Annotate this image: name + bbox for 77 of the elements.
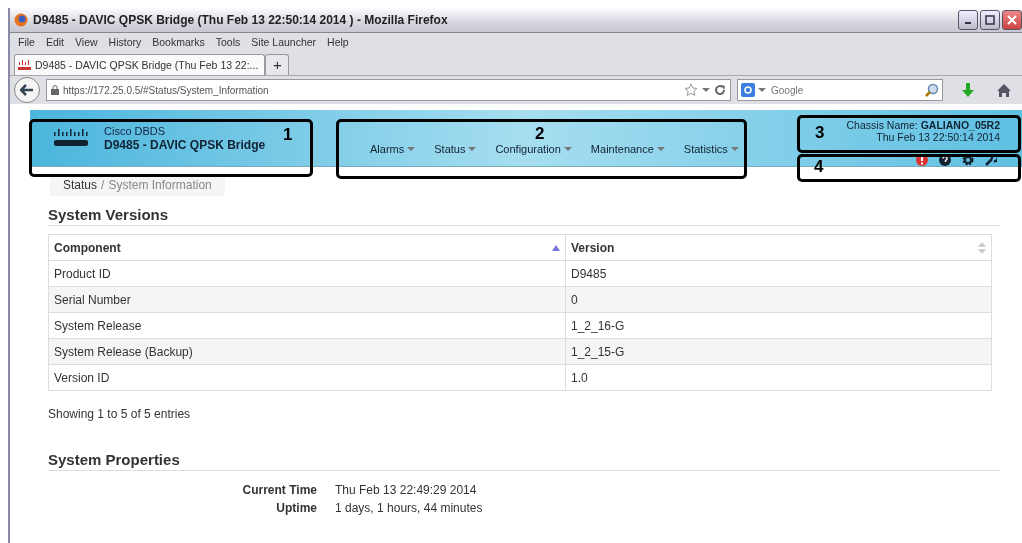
- caret-icon: [407, 146, 416, 152]
- table-cell: 1_2_16-G: [565, 312, 992, 339]
- annotation-number: 1: [283, 125, 293, 145]
- sort-asc-icon: [552, 244, 560, 251]
- help-icon[interactable]: [939, 154, 951, 166]
- browser-logo-icon: [14, 13, 28, 27]
- date-time: Thu Feb 13 22:50:14 2014: [876, 131, 1000, 143]
- property-value: 1 days, 1 hours, 44 minutes: [335, 501, 484, 515]
- browser-tab[interactable]: D9485 - DAVIC QPSK Bridge (Thu Feb 13 22:...: [14, 54, 266, 75]
- logo-icon: [18, 60, 32, 70]
- table-cell: System Release (Backup): [48, 338, 566, 365]
- table-cell: D9485: [565, 260, 992, 287]
- back-button[interactable]: [14, 77, 40, 103]
- caret-icon: [656, 146, 665, 152]
- search-box[interactable]: Google: [737, 79, 943, 101]
- caret-icon: [702, 87, 710, 93]
- caret-icon: [730, 146, 739, 152]
- section-title: System Versions: [48, 206, 1000, 226]
- nav-menu[interactable]: Configuration: [495, 143, 572, 155]
- table-cell: 1.0: [565, 364, 992, 391]
- table-cell: System Release: [48, 312, 566, 339]
- nav-menu[interactable]: Statistics: [683, 143, 739, 155]
- menu-item[interactable]: Bookmarks: [152, 36, 205, 48]
- column-header[interactable]: Version: [565, 234, 992, 261]
- caret-icon: [758, 87, 766, 93]
- maximize-button[interactable]: [980, 10, 1000, 30]
- star-icon[interactable]: [684, 83, 698, 97]
- column-header[interactable]: Component: [48, 234, 566, 261]
- sort-icon: [978, 241, 986, 254]
- product-name: D9485 - DAVIC QPSK Bridge: [104, 137, 266, 152]
- annotation-number: 3: [815, 123, 825, 143]
- annotation-number: 4: [814, 157, 824, 177]
- chassis-name: Chassis Name: GALIANO_05R2: [846, 119, 1000, 131]
- table-info: Showing 1 to 5 of 5 entries: [48, 407, 192, 421]
- minimize-button[interactable]: [958, 10, 978, 30]
- table-cell: Product ID: [48, 260, 566, 287]
- property-label: Current Time: [241, 483, 317, 497]
- window-title: D9485 - DAVIC QPSK Bridge (Thu Feb 13 22:50:14 2014 ) - Mozilla Firefox: [33, 13, 448, 27]
- settings-icon[interactable]: [962, 154, 974, 166]
- table-cell: 0: [565, 286, 992, 313]
- table-cell: Serial Number: [48, 286, 566, 313]
- table-cell: Version ID: [48, 364, 566, 391]
- new-tab-button[interactable]: +: [265, 54, 290, 75]
- cisco-logo-icon: [52, 128, 90, 148]
- menu-item[interactable]: Tools: [215, 36, 241, 48]
- wrench-icon[interactable]: [985, 154, 997, 166]
- breadcrumb-separator: /: [101, 178, 105, 192]
- maximize-icon: [985, 15, 995, 25]
- lock-icon: [51, 85, 59, 95]
- section-title: System Properties: [48, 451, 1000, 471]
- caret-icon: [563, 146, 572, 152]
- table-cell: 1_2_15-G: [565, 338, 992, 365]
- property-value: Thu Feb 13 22:49:29 2014: [335, 483, 478, 497]
- address-bar[interactable]: https://172.25.0.5/#Status/System_Information: [46, 79, 731, 101]
- annotation-number: 2: [535, 124, 545, 144]
- search-icon[interactable]: [925, 83, 939, 97]
- reload-icon[interactable]: [714, 84, 726, 96]
- menu-item[interactable]: View: [75, 36, 98, 48]
- nav-menu[interactable]: Alarms: [370, 143, 416, 155]
- home-icon[interactable]: [997, 83, 1011, 97]
- caret-icon: [468, 146, 477, 152]
- brand-name: Cisco DBDS: [104, 124, 167, 137]
- close-button[interactable]: [1002, 10, 1022, 30]
- close-icon: [1007, 15, 1017, 25]
- nav-menu[interactable]: Status: [434, 143, 477, 155]
- alert-icon[interactable]: [916, 154, 928, 166]
- google-icon: [741, 83, 755, 97]
- property-label: Uptime: [275, 501, 317, 515]
- menu-item[interactable]: Site Launcher: [251, 36, 317, 48]
- nav-menu[interactable]: Maintenance: [590, 143, 665, 155]
- menu-item[interactable]: Help: [327, 36, 349, 48]
- menu-item[interactable]: History: [108, 36, 142, 48]
- breadcrumb-current: System Information: [108, 178, 212, 192]
- back-arrow-icon: [20, 84, 34, 96]
- menu-item[interactable]: Edit: [45, 36, 64, 48]
- breadcrumb-link[interactable]: Status: [63, 178, 98, 192]
- menu-item[interactable]: File: [18, 36, 35, 48]
